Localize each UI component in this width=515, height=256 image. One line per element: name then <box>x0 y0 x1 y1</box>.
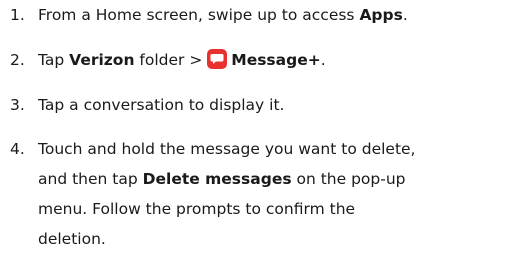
step-text-plain: on the pop-up <box>291 170 406 188</box>
message-plus-icon <box>207 49 228 69</box>
delete-messages-label: Delete messages <box>142 170 292 188</box>
step-text-plain: and then tap <box>38 170 143 188</box>
step-line: menu. Follow the prompts to confirm the <box>38 200 356 218</box>
step-text: From a Home screen, swipe up to access A… <box>38 0 508 30</box>
step-text-plain: . <box>320 51 326 69</box>
step-number: 1. <box>10 6 25 24</box>
step-text: Tap Verizon folder > Message+. <box>38 45 508 75</box>
step-text: Tap a conversation to display it. <box>38 96 285 114</box>
step-text-plain: Tap <box>38 51 70 69</box>
step-number: 2. <box>10 51 25 69</box>
message-plus-label: Message+ <box>231 51 321 69</box>
step-text-plain: From a Home screen, swipe up to access <box>38 6 360 24</box>
step-number: 3. <box>10 96 25 114</box>
apps-label: Apps <box>359 6 403 24</box>
verizon-folder-label: Verizon <box>69 51 135 69</box>
step-text-plain: folder > <box>134 51 208 69</box>
step-line: and then tap Delete messages on the pop-… <box>38 164 508 194</box>
step-text: Touch and hold the message you want to d… <box>38 134 508 254</box>
step-line: Touch and hold the message you want to d… <box>38 140 416 158</box>
step-number: 4. <box>10 140 25 158</box>
instruction-steps: 1. From a Home screen, swipe up to acces… <box>0 0 515 256</box>
step-text-plain: . <box>402 6 408 24</box>
step-line: deletion. <box>38 230 106 248</box>
